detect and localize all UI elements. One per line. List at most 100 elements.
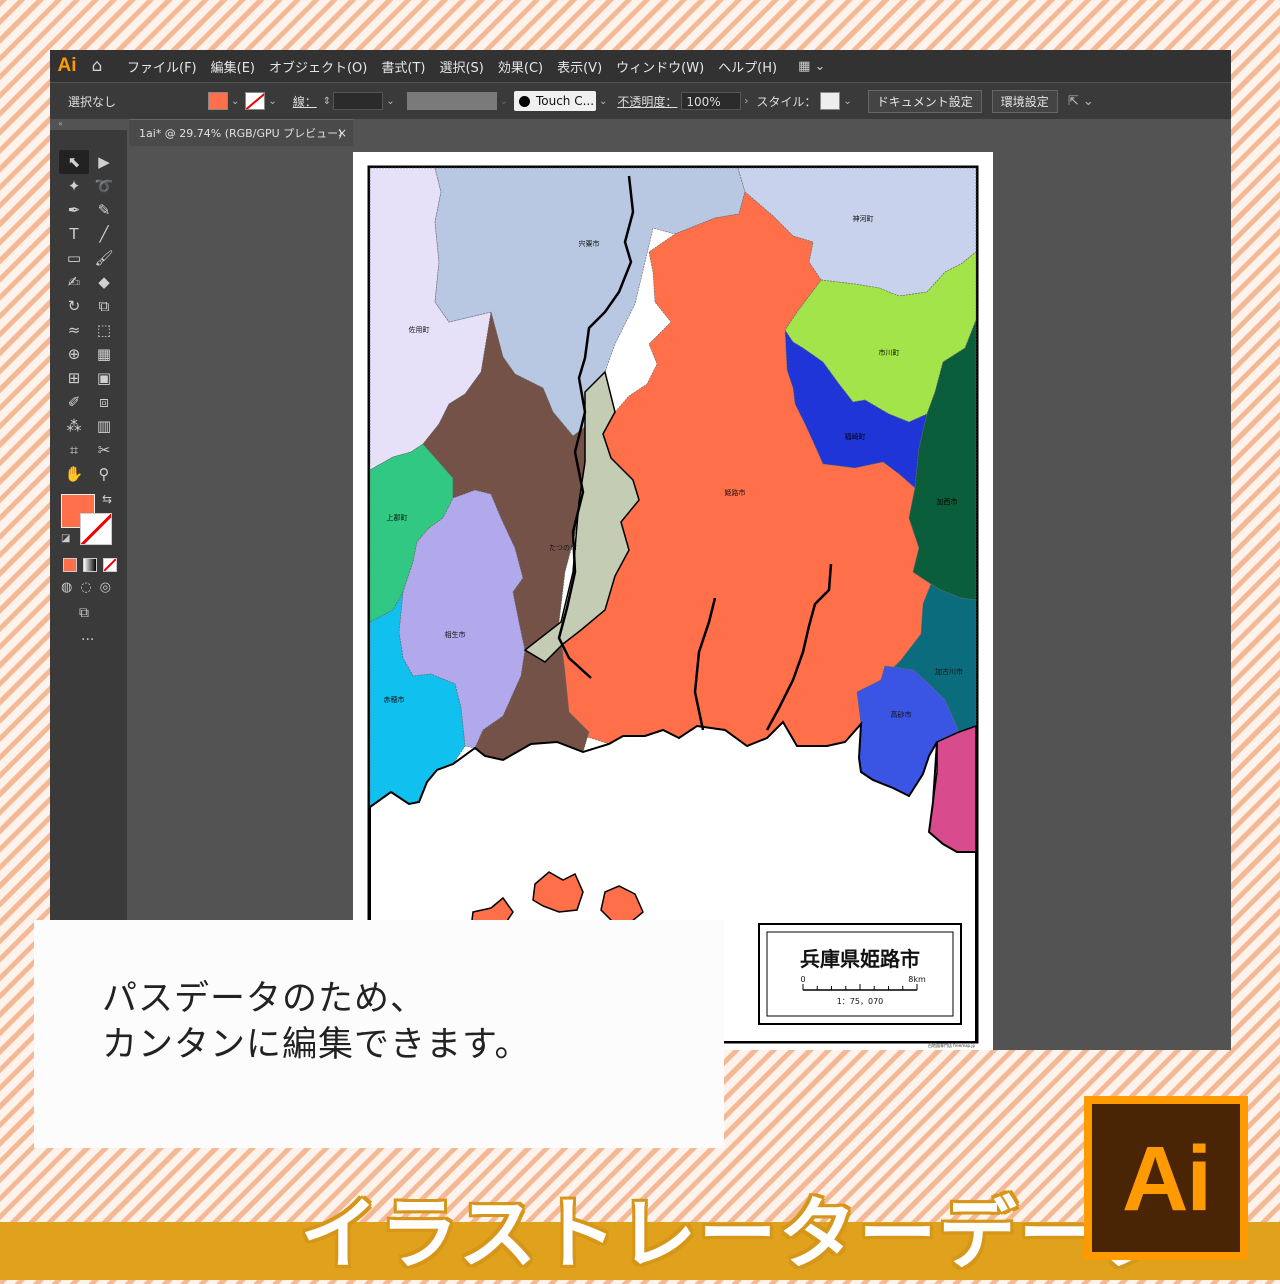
map-credit: 白地図専門店 freemap.jp: [928, 1042, 975, 1048]
tools-panel: ⬉ ▶ ✦ ➰ ✒ ✎ T ╱ ▭ 🖌 ✍ ◆ ↻ ⧉ ≈ ⬚ ⊕ ▦ ⊞ ▣ …: [50, 130, 127, 920]
style-label: スタイル：: [756, 94, 817, 109]
region-label: 宍粟市: [579, 239, 600, 248]
preferences-button[interactable]: 環境設定: [991, 89, 1058, 113]
collapse-icon[interactable]: «: [50, 119, 135, 129]
graph-tool-icon[interactable]: ▥: [89, 414, 119, 438]
perspective-grid-tool-icon[interactable]: ▦: [89, 342, 119, 366]
menu-type[interactable]: 書式(T): [374, 57, 432, 76]
chevron-down-icon[interactable]: ⌄: [268, 96, 276, 107]
region-label: 相生市: [445, 630, 466, 639]
shaper-tool-icon[interactable]: ✍: [59, 270, 89, 294]
chevron-down-icon[interactable]: ⌄: [843, 96, 851, 107]
type-tool-icon[interactable]: T: [59, 222, 89, 246]
scale-end: 8km: [908, 975, 926, 984]
scale-tool-icon[interactable]: ⧉: [89, 294, 119, 318]
default-colors-icon[interactable]: ◪: [61, 533, 70, 544]
menu-select[interactable]: 選択(S): [432, 57, 490, 76]
illustrator-badge: Ai: [1084, 1096, 1248, 1260]
menu-window[interactable]: ウィンドウ(W): [609, 57, 711, 76]
style-swatch[interactable]: [820, 92, 841, 110]
map-regions: [369, 167, 977, 1043]
slice-tool-icon[interactable]: ✂: [89, 438, 119, 462]
chevron-down-icon[interactable]: ⌄: [386, 96, 394, 107]
curvature-tool-icon[interactable]: ✎: [89, 198, 119, 222]
document-tab[interactable]: 1ai* @ 29.74% (RGB/GPU プレビュー) ×: [129, 119, 353, 146]
stroke-label: 線：: [292, 94, 317, 109]
zoom-tool-icon[interactable]: ⚲: [89, 462, 119, 486]
none-mode-button[interactable]: [103, 558, 117, 572]
mesh-tool-icon[interactable]: ⊞: [59, 366, 89, 390]
rectangle-tool-icon[interactable]: ▭: [59, 246, 89, 270]
stroke-weight-field[interactable]: [333, 92, 384, 110]
arrange-icon[interactable]: ⇱ ⌄: [1068, 94, 1094, 109]
opacity-field[interactable]: 100%: [681, 92, 742, 110]
more-tools-icon[interactable]: ···: [81, 632, 94, 648]
caption-box: パスデータのため、 カンタンに編集できます。: [34, 920, 724, 1148]
gradient-mode-button[interactable]: [83, 558, 97, 572]
menu-view[interactable]: 表示(V): [550, 57, 609, 76]
paintbrush-tool-icon[interactable]: 🖌: [89, 246, 119, 270]
region-label: 神河町: [853, 214, 874, 223]
chevron-down-icon[interactable]: ⌄: [231, 96, 239, 107]
pen-tool-icon[interactable]: ✒: [59, 198, 89, 222]
opacity-label[interactable]: 不透明度：: [617, 93, 677, 110]
chevron-down-icon[interactable]: ⌄: [500, 96, 508, 107]
hand-tool-icon[interactable]: ✋: [59, 462, 89, 486]
menu-effect[interactable]: 効果(C): [491, 57, 550, 76]
screen-mode-icon[interactable]: ⧉: [79, 605, 89, 621]
artboard: 宍粟市 神河町 佐用町 市川町 福崎町 姫路市 加西市 上郡町 たつの市 相生市…: [353, 152, 993, 1050]
menu-help[interactable]: ヘルプ(H): [711, 57, 784, 76]
map-svg: 宍粟市 神河町 佐用町 市川町 福崎町 姫路市 加西市 上郡町 たつの市 相生市…: [367, 165, 979, 1048]
workspace-switcher-icon[interactable]: ▦ ⌄: [798, 59, 825, 74]
eraser-tool-icon[interactable]: ◆: [89, 270, 119, 294]
chevron-down-icon[interactable]: ⌄: [599, 96, 607, 107]
region-label: 福崎町: [845, 432, 866, 441]
region-label: 佐用町: [409, 325, 430, 334]
tool-grid: ⬉ ▶ ✦ ➰ ✒ ✎ T ╱ ▭ 🖌 ✍ ◆ ↻ ⧉ ≈ ⬚ ⊕ ▦ ⊞ ▣ …: [59, 150, 119, 486]
selection-status: 選択なし: [68, 94, 117, 109]
line-tool-icon[interactable]: ╱: [89, 222, 119, 246]
stroke-color-box[interactable]: [80, 513, 112, 545]
blend-tool-icon[interactable]: ⧈: [89, 390, 119, 414]
menu-object[interactable]: オブジェクト(O): [262, 57, 374, 76]
home-icon[interactable]: ⌂: [84, 56, 110, 76]
caption-line-1: パスデータのため、: [102, 979, 427, 1019]
swap-icon[interactable]: ⇆: [102, 492, 112, 506]
free-transform-tool-icon[interactable]: ⬚: [89, 318, 119, 342]
selection-tool-icon[interactable]: ⬉: [59, 150, 89, 174]
document-tab-title: 1ai* @ 29.74% (RGB/GPU プレビュー): [139, 127, 343, 140]
warp-tool-icon[interactable]: ≈: [59, 318, 89, 342]
illustrator-window: Ai ⌂ ファイル(F) 編集(E) オブジェクト(O) 書式(T) 選択(S)…: [50, 50, 1231, 1050]
lasso-tool-icon[interactable]: ➰: [89, 174, 119, 198]
draw-mode-icons[interactable]: ◍◌◎: [61, 580, 119, 595]
map-title: 兵庫県姫路市: [800, 947, 920, 971]
direct-selection-tool-icon[interactable]: ▶: [89, 150, 119, 174]
menu-edit[interactable]: 編集(E): [204, 57, 262, 76]
brush-name: Touch C...: [535, 94, 595, 108]
stepper-icon[interactable]: ⇕: [323, 96, 331, 107]
variable-width-field[interactable]: [406, 92, 497, 110]
region-label: 加古川市: [935, 667, 963, 676]
menu-file[interactable]: ファイル(F): [120, 57, 204, 76]
eyedropper-tool-icon[interactable]: ✐: [59, 390, 89, 414]
stroke-swatch[interactable]: [245, 92, 266, 110]
brush-field[interactable]: Touch C...: [513, 91, 596, 111]
app-logo: Ai: [57, 55, 77, 76]
banner-title: イラストレーターデータ: [300, 1190, 1179, 1280]
shape-builder-tool-icon[interactable]: ⊕: [59, 342, 89, 366]
artboard-tool-icon[interactable]: ⌗: [59, 438, 89, 462]
scale-ratio: 1：75，070: [837, 997, 884, 1006]
menu-bar: Ai ⌂ ファイル(F) 編集(E) オブジェクト(O) 書式(T) 選択(S)…: [50, 50, 1231, 82]
chevron-right-icon[interactable]: ›: [744, 96, 748, 107]
magic-wand-tool-icon[interactable]: ✦: [59, 174, 89, 198]
fill-swatch[interactable]: [208, 92, 228, 110]
color-mode-button[interactable]: [63, 558, 77, 572]
close-icon[interactable]: ×: [337, 120, 347, 147]
scale-start: 0: [800, 975, 805, 984]
symbol-sprayer-tool-icon[interactable]: ⁂: [59, 414, 89, 438]
rotate-tool-icon[interactable]: ↻: [59, 294, 89, 318]
badge-logo-text: Ai: [1122, 1128, 1212, 1230]
region-label: 赤穂市: [384, 695, 405, 704]
gradient-tool-icon[interactable]: ▣: [89, 366, 119, 390]
document-settings-button[interactable]: ドキュメント設定: [867, 89, 982, 113]
